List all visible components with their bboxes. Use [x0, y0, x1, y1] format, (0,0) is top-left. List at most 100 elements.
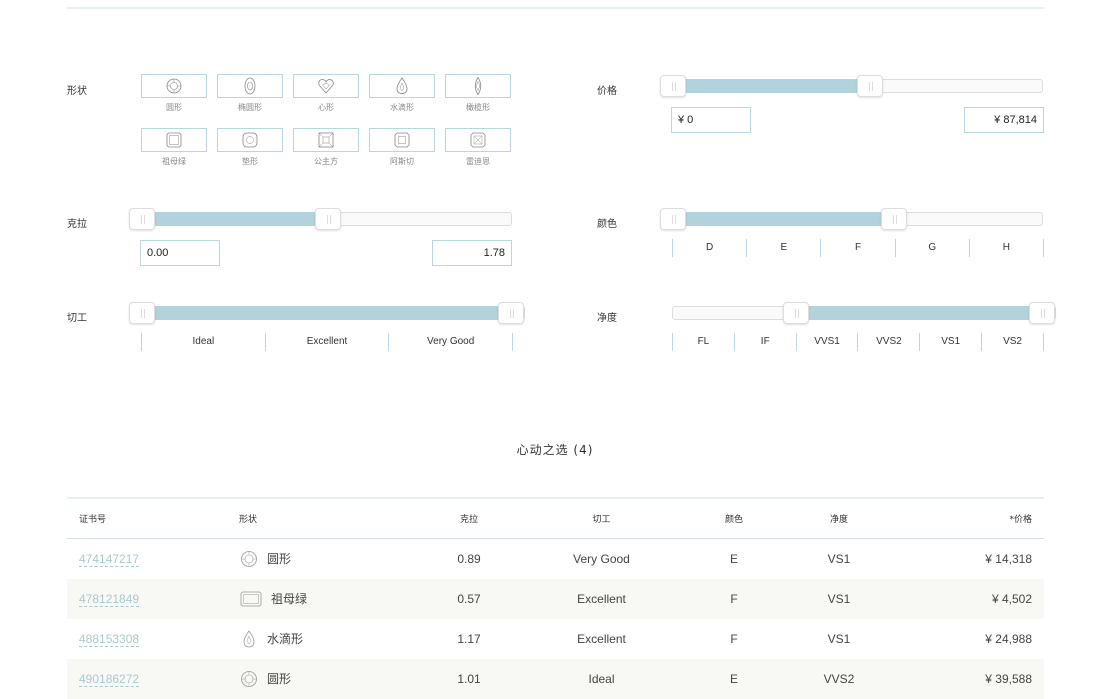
- round-icon: [241, 670, 257, 687]
- shape-name: 心形: [318, 103, 334, 112]
- shape-text: 祖母绿: [271, 592, 308, 606]
- table-header-row: 证书号 形状 克拉 切工 颜色 净度 *价格: [67, 498, 1044, 538]
- header-price[interactable]: *价格: [884, 498, 1044, 538]
- color-option[interactable]: G: [894, 239, 969, 257]
- cut-cell: Very Good: [573, 551, 630, 566]
- header-color[interactable]: 颜色: [674, 498, 794, 538]
- carat-cell: 1.01: [457, 671, 481, 686]
- table-row[interactable]: 474147217 圆形 0.89 Very Good E VS1 ¥ 14,3…: [67, 538, 1044, 579]
- color-cell: E: [729, 671, 738, 686]
- header-clarity[interactable]: 净度: [794, 498, 884, 538]
- clarity-min-handle[interactable]: [783, 302, 809, 324]
- asscher-icon[interactable]: [369, 128, 435, 152]
- carat-cell: 0.89: [457, 551, 481, 566]
- shape-name: 垫形: [242, 157, 258, 166]
- emerald-icon: [240, 591, 262, 606]
- princess-icon[interactable]: [293, 128, 359, 152]
- radiant-icon[interactable]: [445, 128, 511, 152]
- carat-cell: 0.57: [457, 591, 481, 606]
- cert-link[interactable]: 488153308: [79, 631, 140, 647]
- cert-link[interactable]: 474147217: [79, 551, 140, 567]
- cut-min-handle[interactable]: [129, 302, 155, 324]
- cut-max-handle[interactable]: [498, 302, 524, 324]
- cut-cell: Ideal: [588, 671, 615, 686]
- cut-cell: Excellent: [577, 591, 626, 606]
- shape-name: 圆形: [166, 103, 182, 112]
- clarity-option[interactable]: VVS1: [795, 333, 858, 351]
- price-min-handle[interactable]: [660, 75, 686, 97]
- carat-cell: 1.17: [457, 631, 481, 646]
- cert-link[interactable]: 490186272: [79, 671, 140, 687]
- results-table: 证书号 形状 克拉 切工 颜色 净度 *价格 474147217 圆形 0.89…: [67, 497, 1044, 699]
- header-carat[interactable]: 克拉: [409, 498, 529, 538]
- color-min-handle[interactable]: [660, 208, 686, 230]
- shape-text: 圆形: [267, 672, 292, 686]
- clarity-option[interactable]: VVS2: [857, 333, 919, 351]
- color-max-handle[interactable]: [881, 208, 907, 230]
- round-icon[interactable]: [141, 74, 207, 98]
- price-label: 价格: [597, 86, 617, 97]
- shape-name: 水滴形: [390, 103, 414, 112]
- round-icon: [241, 550, 257, 567]
- results-title: 心动之选 (4): [516, 443, 594, 457]
- shape-name: 橄榄形: [466, 103, 490, 112]
- color-scale: D E F G H: [672, 239, 1045, 257]
- price-min-input[interactable]: ¥ 0: [671, 107, 751, 133]
- cert-link[interactable]: 478121849: [79, 591, 140, 607]
- carat-label: 克拉: [67, 219, 87, 230]
- pear-icon[interactable]: [369, 74, 435, 98]
- cut-scale: Ideal Excellent Very Good: [141, 333, 514, 351]
- price-max-input[interactable]: ¥ 87,814: [964, 107, 1044, 133]
- clarity-option[interactable]: VS2: [981, 333, 1044, 351]
- oval-icon[interactable]: [217, 74, 283, 98]
- color-option[interactable]: E: [746, 239, 820, 257]
- clarity-option[interactable]: FL: [672, 333, 734, 351]
- clarity-option[interactable]: IF: [733, 333, 796, 351]
- top-divider: [67, 7, 1044, 9]
- carat-min-handle[interactable]: [129, 208, 155, 230]
- header-cut[interactable]: 切工: [529, 498, 674, 538]
- marquise-icon[interactable]: [445, 74, 511, 98]
- shape-name: 祖母绿: [162, 157, 186, 166]
- clarity-cell: VS1: [827, 551, 851, 566]
- color-cell: F: [730, 631, 738, 646]
- color-slider-fill: [673, 212, 894, 226]
- shape-name: 雷迪恩: [466, 157, 490, 166]
- price-cell: ¥ 4,502: [991, 591, 1032, 606]
- shape-name: 椭圆形: [238, 103, 262, 112]
- shape-name: 阿斯切: [390, 157, 414, 166]
- clarity-slider-fill: [796, 306, 1043, 320]
- table-row[interactable]: 490186272 圆形 1.01 Ideal E VVS2 ¥ 39,588: [67, 658, 1044, 699]
- price-max-handle[interactable]: [857, 75, 883, 97]
- carat-slider-fill: [142, 212, 328, 226]
- shape-name: 公主方: [314, 157, 338, 166]
- clarity-cell: VS1: [827, 591, 851, 606]
- color-option[interactable]: D: [672, 239, 746, 257]
- color-cell: F: [730, 591, 738, 606]
- cushion-icon[interactable]: [217, 128, 283, 152]
- color-cell: E: [729, 551, 738, 566]
- price-cell: ¥ 24,988: [985, 631, 1032, 646]
- emerald-icon[interactable]: [141, 128, 207, 152]
- price-slider-fill: [673, 79, 870, 93]
- cut-option[interactable]: Ideal: [141, 333, 265, 351]
- carat-max-input[interactable]: 1.78: [432, 240, 512, 266]
- header-shape[interactable]: 形状: [239, 498, 409, 538]
- clarity-scale: FL IF VVS1 VVS2 VS1 VS2: [672, 333, 1044, 351]
- table-row[interactable]: 478121849 祖母绿 0.57 Excellent F VS1 ¥ 4,5…: [67, 578, 1044, 619]
- cut-option[interactable]: Very Good: [388, 333, 514, 351]
- pear-icon: [243, 629, 255, 647]
- header-cert[interactable]: 证书号: [67, 498, 239, 538]
- carat-max-handle[interactable]: [315, 208, 341, 230]
- carat-min-input[interactable]: 0.00: [140, 240, 220, 266]
- shape-label: 形状: [67, 86, 87, 97]
- table-row[interactable]: 488153308 水滴形 1.17 Excellent F VS1 ¥ 24,…: [67, 619, 1044, 659]
- shape-text: 圆形: [267, 552, 292, 566]
- clarity-max-handle[interactable]: [1029, 302, 1055, 324]
- color-option[interactable]: H: [968, 239, 1045, 257]
- clarity-label: 净度: [597, 313, 617, 324]
- heart-icon[interactable]: [293, 74, 359, 98]
- clarity-option[interactable]: VS1: [919, 333, 981, 351]
- cut-option[interactable]: Excellent: [264, 333, 389, 351]
- color-option[interactable]: F: [820, 239, 894, 257]
